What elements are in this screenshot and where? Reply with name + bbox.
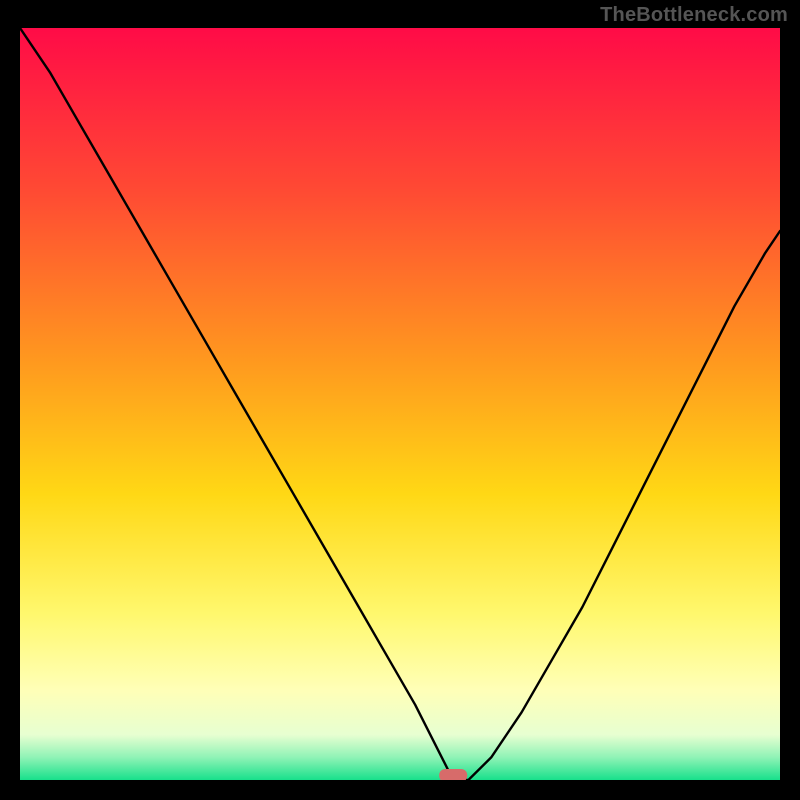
chart-svg (20, 28, 780, 780)
watermark-text: TheBottleneck.com (600, 4, 788, 27)
chart-frame: TheBottleneck.com (0, 0, 800, 800)
gradient-background (20, 28, 780, 780)
bottleneck-marker (439, 769, 467, 780)
plot-area (20, 28, 780, 780)
